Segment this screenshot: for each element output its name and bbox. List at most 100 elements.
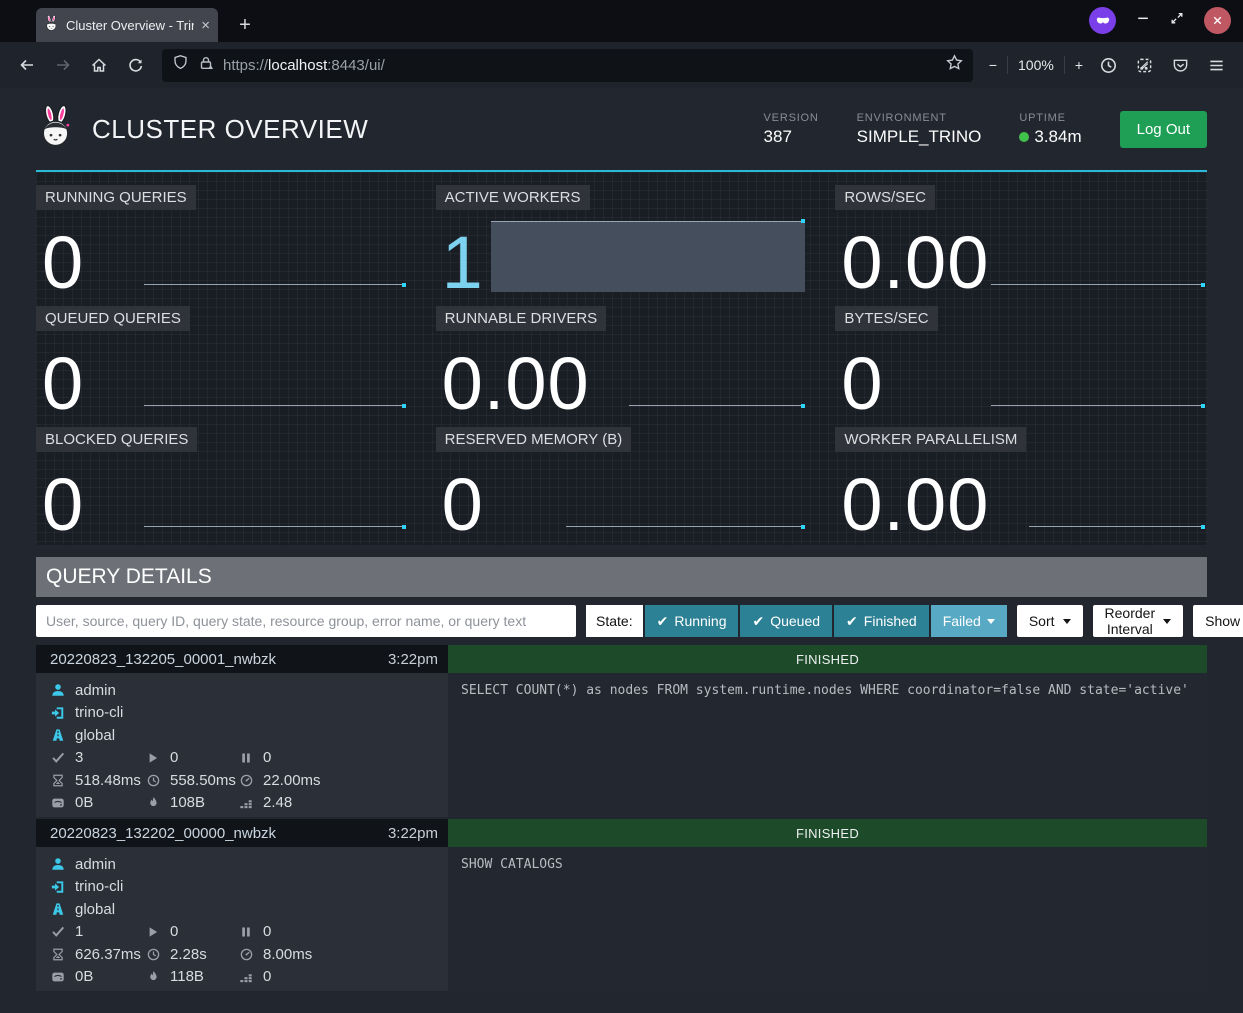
bookmark-star-icon[interactable] — [946, 54, 963, 76]
query-status-badge: FINISHED — [448, 819, 1207, 847]
cumulative-memory-icon — [238, 970, 254, 984]
total-time-icon — [145, 774, 161, 787]
caret-down-icon — [987, 619, 995, 624]
total-time-icon — [145, 948, 161, 961]
stat-value: 0 — [841, 347, 1207, 421]
shield-icon[interactable] — [172, 54, 189, 76]
peak-memory-icon — [145, 796, 161, 809]
home-icon[interactable] — [84, 50, 114, 80]
stat-value: 0.00 — [841, 226, 1207, 300]
current-memory-icon — [50, 970, 66, 984]
sort-dropdown[interactable]: Sort — [1017, 605, 1083, 637]
caret-down-icon — [1163, 619, 1171, 624]
filter-finished-button[interactable]: ✔Finished — [834, 605, 929, 637]
sparkline — [991, 405, 1204, 406]
sparkline — [991, 284, 1204, 285]
window-restore-button[interactable] — [1170, 11, 1184, 30]
queued-splits-icon — [238, 926, 254, 938]
history-clock-icon[interactable] — [1093, 50, 1123, 80]
current-memory-icon — [50, 796, 66, 810]
query-id-bar: 20220823_132202_00000_nwbzk 3:22pm — [36, 819, 448, 847]
environment-info: ENVIRONMENT SIMPLE_TRINO — [857, 112, 982, 147]
query-card: 20220823_132202_00000_nwbzk 3:22pm FINIS… — [36, 819, 1207, 991]
forward-icon[interactable] — [48, 50, 78, 80]
query-stats: admin trino-cli global 3 0 0 518.48ms 55… — [36, 673, 448, 817]
stat-reserved-memory: RESERVED MEMORY (B) 0 — [436, 427, 808, 537]
completed-splits-icon — [50, 751, 66, 765]
state-filter-group: State: ✔Running ✔Queued ✔Finished Failed — [586, 605, 1007, 637]
stat-queued-queries: QUEUED QUERIES 0 — [36, 306, 408, 416]
sparkline — [1029, 526, 1204, 527]
running-splits-icon — [145, 926, 161, 938]
page-title: CLUSTER OVERVIEW — [92, 114, 368, 145]
sparkline — [144, 405, 405, 406]
stat-runnable-drivers: RUNNABLE DRIVERS 0.00 — [436, 306, 808, 416]
stat-value: 0.00 — [841, 468, 1207, 542]
running-splits-icon — [145, 752, 161, 764]
screenshot-icon[interactable] — [1129, 50, 1159, 80]
query-time: 3:22pm — [388, 651, 438, 668]
query-time: 3:22pm — [388, 825, 438, 842]
stat-active-workers: ACTIVE WORKERS 1 — [436, 185, 808, 295]
cluster-stats-panel: RUNNING QUERIES 0 ACTIVE WORKERS 1 ROWS/… — [36, 172, 1207, 545]
cpu-time-icon — [238, 774, 254, 787]
stat-value: 0 — [442, 468, 808, 542]
menu-hamburger-icon[interactable] — [1201, 50, 1231, 80]
trino-cluster-overview-page: CLUSTER OVERVIEW VERSION 387 ENVIRONMENT… — [0, 88, 1243, 1013]
show-dropdown[interactable]: Show — [1193, 605, 1243, 637]
tab-close-icon[interactable]: × — [201, 18, 210, 33]
query-id-bar: 20220823_132205_00001_nwbzk 3:22pm — [36, 645, 448, 673]
logout-button[interactable]: Log Out — [1120, 111, 1207, 148]
reorder-interval-dropdown[interactable]: Reorder Interval — [1093, 605, 1184, 637]
sparkline — [629, 405, 804, 406]
query-stats: admin trino-cli global 1 0 0 626.37ms 2.… — [36, 847, 448, 991]
query-id-link[interactable]: 20220823_132205_00001_nwbzk — [50, 651, 276, 668]
version-info: VERSION 387 — [764, 112, 819, 147]
new-tab-button[interactable]: + — [232, 14, 258, 37]
query-sql-text: SHOW CATALOGS — [448, 847, 1207, 991]
wall-time-icon — [50, 774, 66, 787]
query-details-header: QUERY DETAILS — [36, 557, 1207, 597]
zoom-level[interactable]: 100% — [1018, 57, 1054, 73]
zoom-out-button[interactable]: − — [989, 57, 997, 73]
address-bar[interactable]: https://localhost:8443/ui/ — [162, 49, 973, 82]
filter-queued-button[interactable]: ✔Queued — [740, 605, 832, 637]
zoom-in-button[interactable]: + — [1075, 57, 1083, 73]
lock-warning-icon[interactable] — [198, 55, 214, 76]
sparkline-filled — [491, 221, 806, 292]
pocket-icon[interactable] — [1165, 50, 1195, 80]
check-icon: ✔ — [657, 613, 669, 630]
reload-icon[interactable] — [120, 50, 150, 80]
filter-running-button[interactable]: ✔Running — [645, 605, 739, 637]
check-icon: ✔ — [752, 613, 764, 630]
url-text[interactable]: https://localhost:8443/ui/ — [223, 57, 937, 74]
state-filter-label: State: — [586, 605, 643, 637]
sparkline — [566, 526, 805, 527]
filter-failed-dropdown[interactable]: Failed — [931, 605, 1007, 637]
private-browsing-icon — [1089, 7, 1116, 34]
browser-toolbar: https://localhost:8443/ui/ − 100% + — [0, 42, 1243, 88]
resource-group-icon — [50, 902, 66, 916]
query-id-link[interactable]: 20220823_132202_00000_nwbzk — [50, 825, 276, 842]
wall-time-icon — [50, 948, 66, 961]
completed-splits-icon — [50, 925, 66, 939]
queued-splits-icon — [238, 752, 254, 764]
back-icon[interactable] — [12, 50, 42, 80]
stat-value: 0 — [42, 468, 408, 542]
source-icon — [50, 880, 66, 894]
user-icon — [50, 683, 66, 697]
stat-blocked-queries: BLOCKED QUERIES 0 — [36, 427, 408, 537]
sparkline — [144, 526, 405, 527]
peak-memory-icon — [145, 970, 161, 983]
query-status-badge: FINISHED — [448, 645, 1207, 673]
stat-bytes-sec: BYTES/SEC 0 — [835, 306, 1207, 416]
window-close-button[interactable] — [1204, 7, 1231, 34]
stat-running-queries: RUNNING QUERIES 0 — [36, 185, 408, 295]
stat-rows-sec: ROWS/SEC 0.00 — [835, 185, 1207, 295]
trino-favicon — [44, 15, 59, 35]
browser-tab[interactable]: Cluster Overview - Trino × — [36, 8, 218, 42]
caret-down-icon — [1063, 619, 1071, 624]
window-minimize-button[interactable] — [1136, 11, 1150, 30]
cumulative-memory-icon — [238, 796, 254, 810]
query-search-input[interactable] — [36, 605, 576, 637]
